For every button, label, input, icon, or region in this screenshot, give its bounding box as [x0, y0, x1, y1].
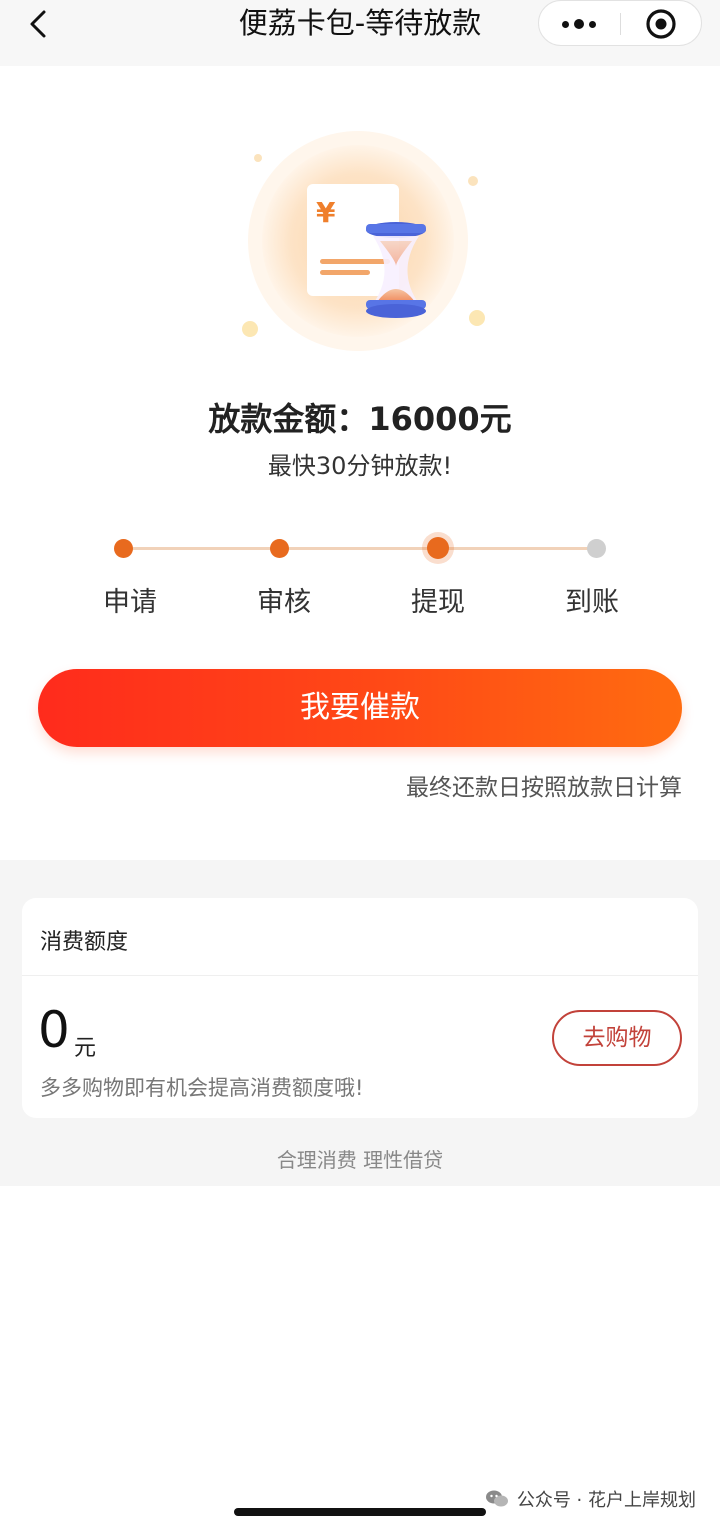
consumption-quota-card: 消费额度 0 元 多多购物即有机会提高消费额度哦! 去购物 — [22, 898, 698, 1118]
loan-amount: 放款金额：16000元 — [208, 400, 512, 438]
page-bottom-area — [0, 1186, 720, 1527]
navigation-bar: 便荔卡包-等待放款 — [0, 0, 720, 66]
urge-loan-button[interactable]: 我要催款 — [38, 669, 682, 747]
quota-title: 消费额度 — [40, 930, 129, 955]
step-label-review: 审核 — [257, 587, 311, 618]
go-shopping-button[interactable]: 去购物 — [552, 1010, 682, 1066]
step-dot-review — [270, 539, 289, 558]
quota-unit: 元 — [74, 1036, 97, 1061]
step-label-apply: 申请 — [103, 587, 157, 618]
step-dot-arrived — [587, 539, 606, 558]
repay-date-note: 最终还款日按照放款日计算 — [406, 775, 682, 801]
chevron-left-icon — [30, 10, 46, 38]
quota-hint: 多多购物即有机会提高消费额度哦! — [40, 1076, 364, 1100]
progress-track — [124, 547, 598, 550]
quota-value: 0 — [38, 1001, 70, 1059]
step-label-arrived: 到账 — [565, 587, 619, 618]
step-dot-withdraw — [427, 537, 449, 559]
divider — [22, 975, 698, 976]
responsible-lending-slogan: 合理消费 理性借贷 — [276, 1148, 444, 1172]
target-circle-icon — [646, 9, 676, 39]
step-dot-apply — [114, 539, 133, 558]
loan-status-card: ¥ 放款金额：16000元 最快30分钟放款! 申请 审核 提现 到账 我要催款… — [0, 66, 720, 860]
more-button[interactable] — [539, 1, 619, 47]
more-dots-icon — [562, 20, 569, 28]
home-indicator[interactable] — [234, 1508, 486, 1516]
wechat-icon — [485, 1490, 508, 1507]
loan-speed-note: 最快30分钟放款! — [267, 452, 453, 480]
back-button[interactable] — [18, 4, 66, 44]
more-dots-icon-center — [574, 19, 584, 29]
page-title: 便荔卡包-等待放款 — [238, 6, 482, 40]
bill-hourglass-icon: ¥ — [242, 131, 485, 351]
watermark: 公众号 · 花户上岸规划 — [485, 1486, 696, 1512]
more-dots-icon-right — [589, 20, 596, 28]
close-mini-program-button[interactable] — [621, 1, 701, 47]
watermark-text: 公众号 · 花户上岸规划 — [516, 1490, 696, 1511]
svg-text:¥: ¥ — [316, 196, 336, 229]
mini-program-capsule — [538, 0, 702, 46]
step-label-withdraw: 提现 — [411, 587, 465, 618]
